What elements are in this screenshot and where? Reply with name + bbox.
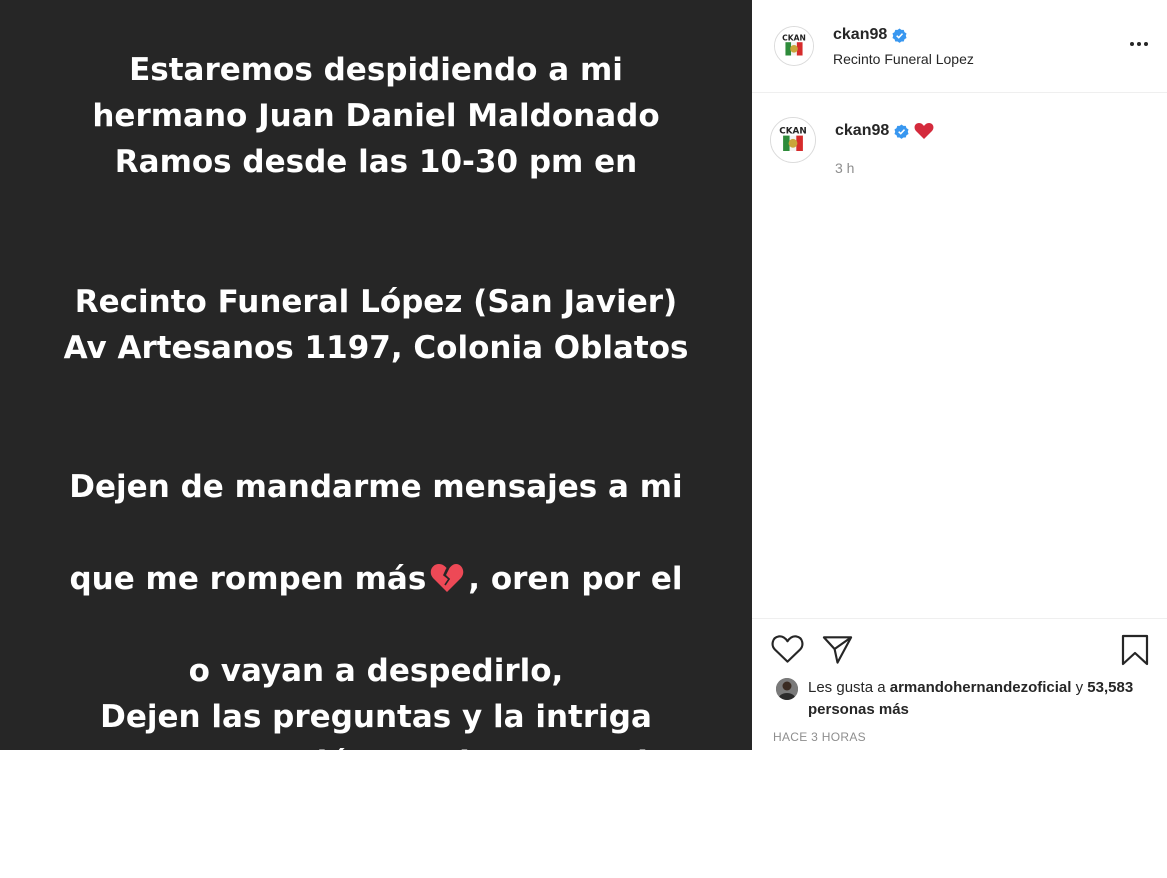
line-2-before-emoji: que me rompen más [69, 561, 427, 597]
caption-username[interactable]: ckan98 [835, 122, 889, 140]
post-header: CKAN ckan98 Recinto Funeral Lopez [752, 0, 1167, 93]
save-bookmark-icon[interactable] [1120, 634, 1150, 666]
likes-text: Les gusta a armandohernandezoficial y 53… [776, 677, 1146, 721]
post-paragraph-3: Dejen de mandarme mensajes a mi que me r… [0, 418, 752, 878]
verified-badge-icon [894, 123, 909, 139]
post-image: Estaremos despidiendo a mi hermano Juan … [0, 0, 752, 827]
more-options-icon[interactable] [1127, 34, 1151, 54]
caption-time: 3 h [835, 160, 855, 176]
others-suffix[interactable]: personas más [808, 701, 909, 718]
red-heart-icon [914, 123, 934, 139]
post-timestamp: HACE 3 HORAS [773, 730, 866, 744]
verified-badge-icon [892, 27, 907, 43]
post-paragraph-3-line-2: que me rompen más , oren por el [0, 556, 752, 602]
caption-avatar[interactable]: CKAN [770, 117, 816, 163]
likes-joiner: y [1075, 679, 1084, 696]
broken-heart-icon [430, 560, 464, 592]
post-paragraph-2: Recinto Funeral López (San Javier) Av Ar… [63, 284, 689, 366]
like-icon[interactable] [771, 634, 804, 664]
caption-line: ckan98 [835, 122, 934, 140]
post-actions: Les gusta a armandohernandezoficial y 53… [752, 618, 1167, 751]
post-paragraph-3-rest: o vayan a despedirlo, Dejen las pregunta… [64, 653, 688, 827]
liker-avatar[interactable] [776, 678, 798, 700]
share-icon[interactable] [821, 633, 854, 665]
avatar-logo-text: CKAN [779, 126, 806, 136]
post-paragraph-1: Estaremos despidiendo a mi hermano Juan … [92, 52, 660, 180]
avatar-logo-text: CKAN [782, 33, 806, 42]
likes-summary: Les gusta a armandohernandezoficial y 53… [776, 677, 1146, 721]
post-side-panel: CKAN ckan98 Recinto Funeral Lopez CKAN c… [752, 0, 1167, 750]
line-2-after-emoji: , oren por el [468, 561, 683, 597]
post-location[interactable]: Recinto Funeral Lopez [833, 51, 974, 67]
author-avatar[interactable]: CKAN [774, 26, 814, 66]
likes-prefix: Les gusta a [808, 679, 886, 696]
others-count[interactable]: 53,583 [1087, 679, 1133, 696]
author-username[interactable]: ckan98 [833, 26, 887, 44]
liker-username[interactable]: armandohernandezoficial [890, 679, 1072, 696]
post-paragraph-3-line-1: Dejen de mandarme mensajes a mi [69, 469, 683, 505]
author-row: ckan98 [833, 26, 907, 44]
